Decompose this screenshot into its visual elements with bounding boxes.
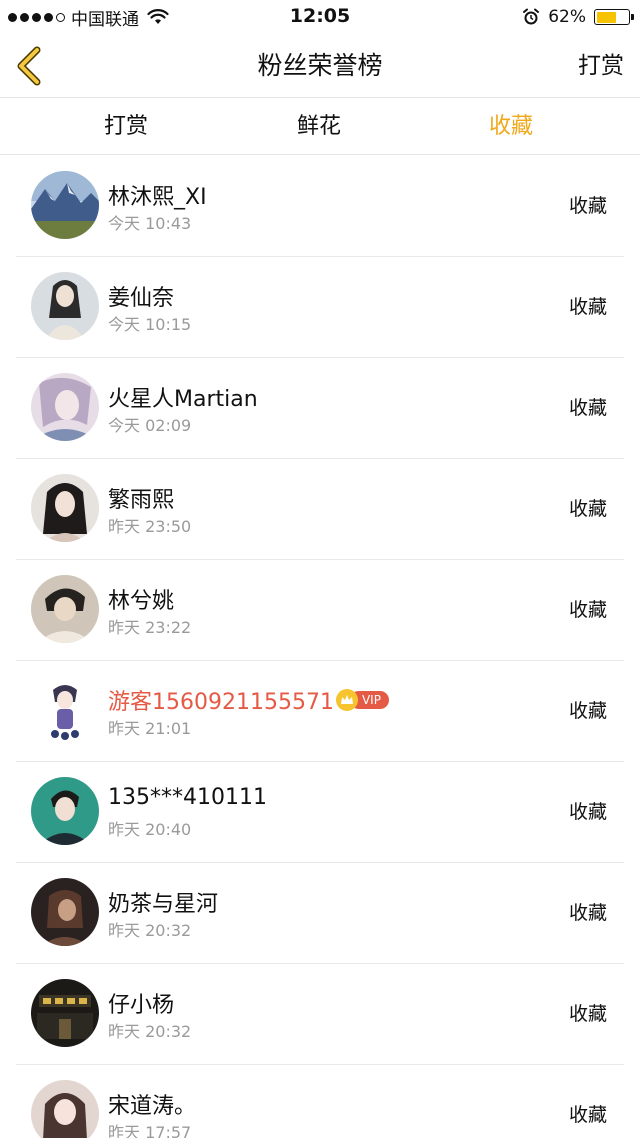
timestamp: 昨天 20:32 <box>108 921 192 940</box>
user-name: 林沐熙_XI <box>108 185 207 210</box>
tab-bar: 打赏 鲜花 收藏 <box>0 99 640 155</box>
user-name: 奶茶与星河 <box>108 892 219 917</box>
battery-icon <box>594 9 634 25</box>
favorite-label: 收藏 <box>568 599 607 621</box>
favorite-label: 收藏 <box>568 801 607 823</box>
timestamp: 昨天 17:57 <box>108 1123 192 1138</box>
user-name: 林兮姚 <box>108 589 175 614</box>
favorite-label: 收藏 <box>568 902 607 924</box>
user-name-text: 游客1560921155571 <box>108 690 334 715</box>
avatar[interactable] <box>31 474 99 542</box>
user-name: 仔小杨 <box>108 993 175 1018</box>
timestamp: 昨天 20:40 <box>108 820 192 839</box>
vip-badge: VIP <box>335 689 389 711</box>
nav-bar: 粉丝荣誉榜 打赏 <box>0 34 640 98</box>
alarm-icon <box>523 8 540 25</box>
favorite-label: 收藏 <box>568 397 607 419</box>
list-item[interactable]: 仔小杨 昨天 20:32 收藏 <box>0 964 640 1065</box>
tab-favorites[interactable]: 收藏 <box>441 99 581 155</box>
list-item[interactable]: 林沐熙_XI 今天 10:43 收藏 <box>0 156 640 257</box>
avatar[interactable] <box>31 1080 99 1138</box>
favorite-label: 收藏 <box>568 700 607 722</box>
list-item[interactable]: 宋道涛。 昨天 17:57 收藏 <box>0 1065 640 1138</box>
timestamp: 昨天 23:50 <box>108 517 192 536</box>
list-item[interactable]: 奶茶与星河 昨天 20:32 收藏 <box>0 863 640 964</box>
favorite-label: 收藏 <box>568 1003 607 1025</box>
battery-percentage: 62% <box>548 7 586 27</box>
user-name: 135***410111 <box>108 785 267 810</box>
timestamp: 昨天 23:22 <box>108 618 192 637</box>
timestamp: 今天 10:15 <box>108 315 192 334</box>
avatar[interactable] <box>31 575 99 643</box>
tab-reward[interactable]: 打赏 <box>56 99 196 155</box>
chevron-left-icon <box>17 46 41 86</box>
crown-icon <box>335 689 358 711</box>
list-item[interactable]: 火星人Martian 今天 02:09 收藏 <box>0 358 640 459</box>
user-name: 游客1560921155571 VIP <box>108 684 389 716</box>
avatar[interactable] <box>31 373 99 441</box>
avatar[interactable] <box>31 777 99 845</box>
status-bar: 中国联通 12:05 62% <box>0 0 640 34</box>
fan-list: 林沐熙_XI 今天 10:43 收藏 姜仙奈 今天 10:15 收藏 火星人Ma… <box>0 156 640 1138</box>
tab-flowers[interactable]: 鲜花 <box>249 99 389 155</box>
list-item[interactable]: 繁雨熙 昨天 23:50 收藏 <box>0 459 640 560</box>
avatar[interactable] <box>31 979 99 1047</box>
list-item[interactable]: 姜仙奈 今天 10:15 收藏 <box>0 257 640 358</box>
avatar[interactable] <box>31 676 99 744</box>
avatar[interactable] <box>31 272 99 340</box>
avatar[interactable] <box>31 171 99 239</box>
back-button[interactable] <box>10 44 50 88</box>
favorite-label: 收藏 <box>568 296 607 318</box>
timestamp: 今天 10:43 <box>108 214 192 233</box>
timestamp: 今天 02:09 <box>108 416 192 435</box>
status-right: 62% <box>522 5 634 29</box>
avatar[interactable] <box>31 878 99 946</box>
list-item[interactable]: 林兮姚 昨天 23:22 收藏 <box>0 560 640 661</box>
reward-button[interactable]: 打赏 <box>578 34 624 98</box>
user-name: 火星人Martian <box>108 387 258 412</box>
user-name: 繁雨熙 <box>108 488 175 513</box>
list-item[interactable]: 游客1560921155571 VIP 昨天 21:01 收藏 <box>0 661 640 762</box>
favorite-label: 收藏 <box>568 498 607 520</box>
page-title: 粉丝荣誉榜 <box>257 51 383 80</box>
favorite-label: 收藏 <box>568 195 607 217</box>
timestamp: 昨天 20:32 <box>108 1022 192 1041</box>
timestamp: 昨天 21:01 <box>108 719 192 738</box>
list-item[interactable]: 135***410111 昨天 20:40 收藏 <box>0 762 640 863</box>
favorite-label: 收藏 <box>568 1104 607 1126</box>
user-name: 姜仙奈 <box>108 286 175 311</box>
user-name: 宋道涛。 <box>108 1094 197 1119</box>
